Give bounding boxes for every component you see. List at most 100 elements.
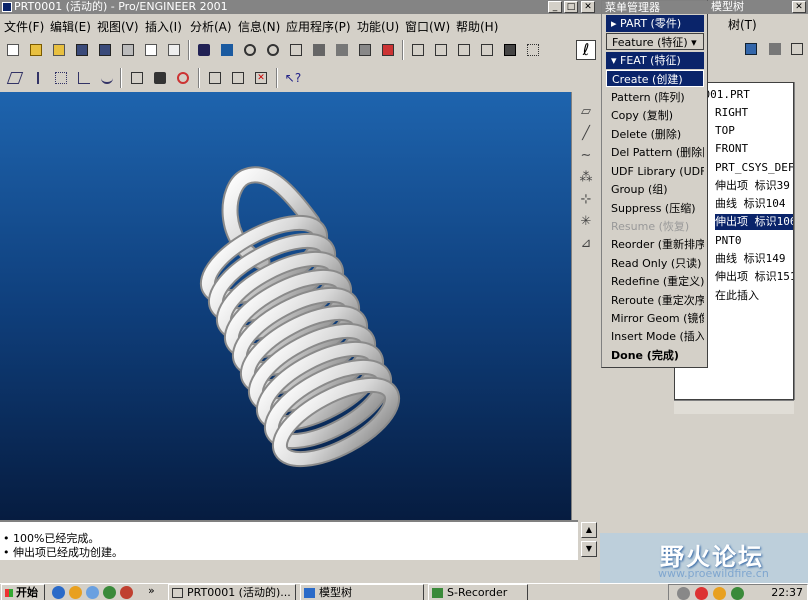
tree-item-insert-here[interactable]: 在此插入 [715, 288, 759, 304]
browser-icon[interactable] [86, 586, 99, 599]
menu-suppress[interactable]: Suppress (压缩) [606, 200, 704, 217]
menu-analysis[interactable]: 分析(A) [190, 18, 232, 35]
menu-del-pattern[interactable]: Del Pattern (删除阵列) [606, 144, 704, 161]
menu-edit[interactable]: 编辑(E) [50, 18, 91, 35]
menu-redefine[interactable]: Redefine (重定义) [606, 273, 704, 290]
tree-item[interactable]: RIGHT [715, 105, 748, 121]
spin-icon[interactable] [174, 69, 192, 87]
tree-columns-icon[interactable] [766, 40, 784, 58]
tree-horizontal-scrollbar[interactable] [674, 400, 794, 414]
new-file-icon[interactable] [4, 41, 22, 59]
datum-curve-icon[interactable] [98, 69, 116, 87]
task-proe[interactable]: PRT0001 (活动的)... [168, 584, 296, 600]
repaint-icon[interactable] [195, 41, 213, 59]
tree-item[interactable]: FRONT [715, 141, 748, 157]
media-icon[interactable] [69, 586, 82, 599]
tree-item[interactable]: PRT_CSYS_DEF [715, 160, 793, 176]
hidden-line-removed-icon[interactable] [455, 41, 473, 59]
hidden-line-icon[interactable] [432, 41, 450, 59]
tree-settings-icon[interactable] [742, 40, 760, 58]
close-icon[interactable]: ✕ [792, 1, 806, 13]
refit-icon[interactable] [287, 41, 305, 59]
menu-pattern[interactable]: Pattern (阵列) [606, 89, 704, 106]
menu-info[interactable]: 信息(N) [238, 18, 280, 35]
datum-curve-icon[interactable]: ∼ [578, 148, 594, 164]
scroll-up-icon[interactable]: ▲ [581, 522, 597, 538]
maximize-icon[interactable]: □ [564, 1, 578, 13]
menu-group[interactable]: Group (组) [606, 181, 704, 198]
spin-center-icon[interactable] [218, 41, 236, 59]
datum-point-icon[interactable] [52, 69, 70, 87]
close-icon[interactable]: ✕ [581, 1, 595, 13]
menu-insert-mode[interactable]: Insert Mode (插入模式) [606, 328, 704, 345]
context-help-icon[interactable]: ℓ [576, 40, 596, 60]
minimize-icon[interactable]: _ [548, 1, 562, 13]
datum-csys-icon[interactable] [75, 69, 93, 87]
menu-part[interactable]: ▸ PART (零件) [606, 15, 704, 32]
menu-view[interactable]: 视图(V) [97, 18, 139, 35]
tree-vertical-scrollbar[interactable] [794, 82, 808, 400]
tree-filter-icon[interactable] [788, 40, 806, 58]
tray-icon[interactable] [695, 587, 708, 600]
task-model-tree[interactable]: 模型树 [300, 584, 424, 600]
saved-views-icon[interactable] [333, 41, 351, 59]
menu-reroute[interactable]: Reroute (重定次序) [606, 292, 704, 309]
datum-axis-icon[interactable]: ╱ [578, 126, 594, 142]
tree-item[interactable]: 伸出项 标识151 [715, 269, 793, 285]
menu-file[interactable]: 文件(F) [4, 18, 44, 35]
whats-this-icon[interactable]: ↖? [284, 69, 302, 87]
menu-window[interactable]: 窗口(W) [405, 18, 450, 35]
scroll-down-icon[interactable]: ▼ [581, 541, 597, 557]
graphics-viewport[interactable] [0, 92, 571, 520]
wireframe-icon[interactable] [409, 41, 427, 59]
zoom-out-icon[interactable] [264, 41, 282, 59]
tray-icon[interactable] [731, 587, 744, 600]
menu-done[interactable]: Done (完成) [606, 347, 704, 364]
menu-udf-library[interactable]: UDF Library (UDF库) [606, 163, 704, 180]
menu-help[interactable]: 帮助(H) [456, 18, 498, 35]
mail-icon[interactable] [142, 41, 160, 59]
no-hidden-icon[interactable] [478, 41, 496, 59]
datum-plane-icon[interactable] [6, 69, 24, 87]
more-icon[interactable]: » [148, 584, 155, 597]
shading-icon[interactable] [501, 41, 519, 59]
menu-read-only[interactable]: Read Only (只读) [606, 255, 704, 272]
reorient-icon[interactable] [310, 41, 328, 59]
tray-icon[interactable] [677, 587, 690, 600]
save-copy-icon[interactable] [96, 41, 114, 59]
menu-utilities[interactable]: 功能(U) [357, 18, 399, 35]
menu-create[interactable]: Create (创建) [606, 70, 704, 87]
coordinate-system-icon[interactable]: ✳ [578, 214, 594, 230]
layers-icon[interactable] [356, 41, 374, 59]
window-icon[interactable] [206, 69, 224, 87]
desktop-icon[interactable] [103, 586, 116, 599]
ie-icon[interactable] [52, 586, 65, 599]
menu-mirror-geom[interactable]: Mirror Geom (镜像几何) [606, 310, 704, 327]
open-recent-icon[interactable] [50, 41, 68, 59]
tree-item[interactable]: 曲线 标识149 [715, 251, 786, 267]
menu-copy[interactable]: Copy (复制) [606, 107, 704, 124]
menu-applications[interactable]: 应用程序(P) [286, 18, 351, 35]
datum-csys-icon[interactable]: ⊹ [578, 192, 594, 208]
menu-feature[interactable]: Feature (特征) ▾ [606, 33, 704, 50]
menu-feat[interactable]: ▾ FEAT (特征) [606, 52, 704, 69]
window-close-icon[interactable]: ✕ [252, 69, 270, 87]
export-icon[interactable] [165, 41, 183, 59]
tree-item[interactable]: TOP [715, 123, 735, 139]
zoom-in-icon[interactable] [241, 41, 259, 59]
analysis-icon[interactable]: ⊿ [578, 236, 594, 252]
tree-item[interactable]: 曲线 标识104 [715, 196, 786, 212]
start-button[interactable]: 开始 [1, 584, 45, 600]
model-display-icon[interactable] [379, 41, 397, 59]
task-recorder[interactable]: S-Recorder [428, 584, 528, 600]
print-icon[interactable] [119, 41, 137, 59]
tree-item-selected[interactable]: 伸出项 标识106 [715, 214, 793, 230]
tray-icon[interactable] [713, 587, 726, 600]
menu-reorder[interactable]: Reorder (重新排序) [606, 236, 704, 253]
message-scrollbar[interactable]: ▲ ▼ [578, 520, 600, 560]
datum-display-icon[interactable] [524, 41, 542, 59]
search-icon[interactable] [151, 69, 169, 87]
open-folder-icon[interactable] [27, 41, 45, 59]
tree-item[interactable]: 伸出项 标识39 [715, 178, 790, 194]
menu-insert[interactable]: 插入(I) [145, 18, 182, 35]
